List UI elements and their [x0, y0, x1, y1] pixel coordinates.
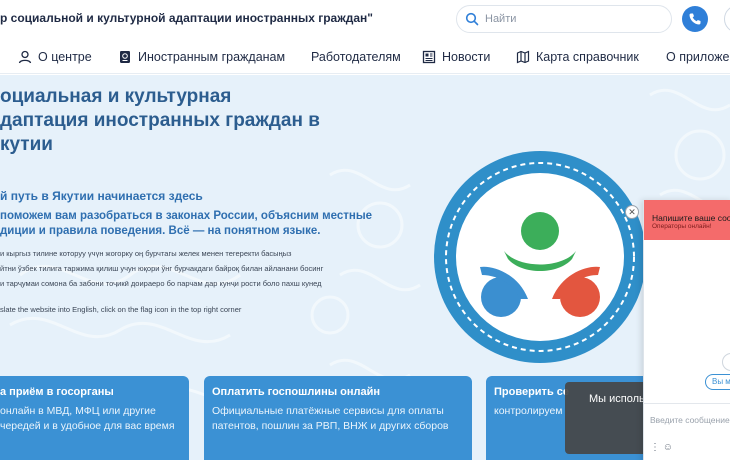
- nav-item-label: О центре: [38, 50, 92, 64]
- hero-title: оциальная и культурная даптация иностран…: [0, 85, 420, 157]
- search-input[interactable]: [485, 10, 665, 28]
- card-title: Оплатить госпошлины онлайн: [212, 386, 381, 398]
- chat-reply-chip[interactable]: Вы м: [705, 374, 730, 390]
- chat-message-input[interactable]: [650, 412, 730, 428]
- site-title[interactable]: р социальной и культурной адаптации инос…: [0, 11, 373, 25]
- language-hint-english: slate the website into English, click on…: [0, 305, 242, 314]
- hero-description: поможем вам разобраться в законах России…: [0, 209, 410, 239]
- card-text: контролируем: [494, 404, 563, 419]
- pay-fees-card[interactable]: Оплатить госпошлины онлайн Официальные п…: [204, 376, 472, 460]
- main-nav: О центре Иностранным гражданам Работодат…: [0, 38, 730, 74]
- hero-title-line: оциальная и культурная: [0, 86, 232, 107]
- card-title: а приём в госорганы: [0, 386, 114, 398]
- nav-item-map[interactable]: Карта справочник: [516, 48, 639, 66]
- search-icon[interactable]: [465, 12, 479, 26]
- user-icon: [18, 50, 32, 64]
- nav-item-label: Иностранным гражданам: [138, 50, 286, 64]
- newspaper-icon: [422, 50, 436, 64]
- nav-item-about[interactable]: О центре: [18, 48, 92, 66]
- language-hint-kyrgyz: и кыргыз тилине которуу үчүн жогорку оң …: [0, 249, 292, 258]
- center-logo: [434, 151, 646, 363]
- card-text-line: чередей и в удобное для вас время: [0, 420, 175, 432]
- hero-description-line: поможем вам разобраться в законах России…: [0, 210, 373, 222]
- card-text-line: Официальные платёжные сервисы для оплаты: [212, 405, 444, 417]
- search-box[interactable]: [456, 5, 672, 33]
- hero-subtitle: й путь в Якутии начинается здесь: [0, 189, 203, 203]
- card-text-line: онлайн в МВД, МФЦ или другие: [0, 405, 156, 417]
- chat-header-title: Напишите ваше сообщ: [652, 213, 730, 223]
- nav-item-foreigners[interactable]: Иностранным гражданам: [118, 48, 285, 66]
- cookie-notice[interactable]: Мы используе: [565, 382, 661, 454]
- appointment-card[interactable]: а приём в госорганы онлайн в МВД, МФЦ ил…: [0, 376, 189, 460]
- nav-item-news[interactable]: Новости: [422, 48, 490, 66]
- nav-item-label: Новости: [442, 50, 491, 64]
- nav-item-label: О приложе: [666, 50, 730, 64]
- card-text: Официальные платёжные сервисы для оплаты…: [212, 404, 449, 434]
- hero-title-line: кутии: [0, 134, 53, 155]
- passport-icon: [120, 51, 130, 63]
- chat-divider: [643, 403, 730, 404]
- card-text: онлайн в МВД, МФЦ или другие чередей и в…: [0, 404, 175, 434]
- card-text-line: контролируем: [494, 405, 563, 417]
- chat-toolbar: ⋮ ☺: [650, 442, 673, 453]
- nav-item-label: Работодателям: [311, 50, 401, 64]
- nav-item-app[interactable]: О приложе: [666, 48, 729, 66]
- chat-close-icon[interactable]: ✕: [625, 205, 639, 219]
- emoji-icon[interactable]: ☺: [663, 442, 673, 453]
- chat-header[interactable]: Напишите ваше сообщ Операторы онлайн!: [644, 200, 730, 240]
- nav-item-label: Карта справочник: [536, 50, 639, 64]
- site-header: р социальной и культурной адаптации инос…: [0, 0, 730, 38]
- language-hint-tajik: и тарҷумаи сомона ба забони тоҷикӣ доира…: [0, 279, 322, 288]
- phone-icon: [689, 13, 701, 25]
- map-icon: [516, 50, 530, 64]
- card-title: Проверить се: [494, 386, 570, 398]
- language-hint-uzbek: йтни ўзбек тилига таржима қилиш учун юқо…: [0, 264, 324, 273]
- nav-item-employers[interactable]: Работодателям: [311, 48, 401, 66]
- phone-button[interactable]: [682, 6, 708, 32]
- chat-operator-status: Операторы онлайн!: [652, 223, 712, 230]
- more-options-icon[interactable]: ⋮: [650, 442, 660, 453]
- hero-title-line: даптация иностранных граждан в: [0, 110, 320, 131]
- card-text-line: патентов, пошлин за РВП, ВНЖ и других сб…: [212, 420, 449, 432]
- language-flag-button[interactable]: [724, 5, 730, 33]
- hero-description-line: диции и правила поведения. Всё — на поня…: [0, 225, 321, 237]
